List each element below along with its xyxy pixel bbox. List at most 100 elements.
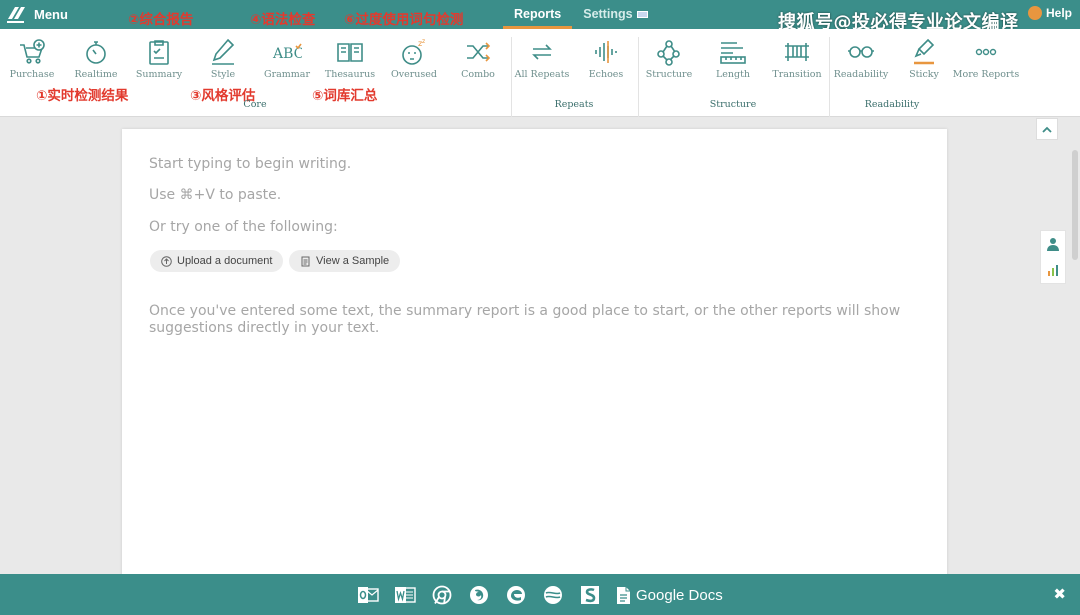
highlighter-icon (914, 38, 935, 65)
page-scrollbar[interactable] (1072, 150, 1078, 260)
group-label-readability: Readability (864, 99, 920, 110)
tool-grammar[interactable]: ABC Grammar (255, 37, 319, 80)
prowritingaid-logo-icon (7, 7, 25, 23)
repeat-icon (532, 44, 552, 60)
tool-length[interactable]: Length (701, 37, 765, 80)
editor-placeholder-options: Or try one of the following: (149, 219, 338, 235)
bridge-icon (785, 43, 809, 61)
tab-settings[interactable]: Settings (572, 0, 658, 29)
help-label: Help (1045, 6, 1072, 20)
ruler-icon (720, 42, 746, 64)
menu-button[interactable]: Menu (6, 5, 68, 23)
collapse-ribbon-button[interactable] (1036, 118, 1058, 140)
chrome-icon[interactable] (431, 584, 453, 606)
menu-label: Menu (34, 6, 68, 22)
tab-settings-label: Settings (583, 7, 633, 21)
editor-hint: Once you've entered some text, the summa… (149, 303, 901, 336)
tool-label: Echoes (588, 69, 624, 80)
tool-label: All Repeats (514, 69, 570, 80)
sleepy-face-icon: zz (402, 38, 425, 65)
upload-document-button[interactable]: Upload a document (150, 250, 284, 272)
annotation-grammar: ④语法检查 (250, 12, 316, 28)
firefox-icon[interactable] (468, 584, 490, 606)
tool-combo[interactable]: Combo (446, 37, 510, 80)
abc-icon: ABC (272, 43, 302, 62)
shuffle-icon (467, 42, 491, 62)
top-bar: Menu ②综合报告 ④语法检查 ⑥过度使用词句检测 Reports Setti… (0, 0, 1080, 33)
clipboard-icon (149, 40, 169, 65)
word-icon[interactable] (394, 584, 416, 606)
tool-label: Combo (461, 69, 495, 80)
upload-icon (161, 255, 172, 267)
tool-style[interactable]: Style (191, 37, 255, 80)
tool-more-reports[interactable]: More Reports (952, 37, 1020, 80)
tool-sticky[interactable]: Sticky (892, 37, 956, 80)
integrations-icons: Google Docs (357, 584, 723, 606)
tool-label: Purchase (9, 69, 55, 80)
editor-canvas[interactable]: Start typing to begin writing. Use ⌘+V t… (122, 129, 947, 589)
scrivener-icon[interactable] (579, 584, 601, 606)
view-sample-button[interactable]: View a Sample (289, 250, 401, 272)
view-sample-label: View a Sample (316, 255, 390, 267)
network-icon (657, 40, 680, 66)
side-panel (1040, 230, 1066, 284)
tool-label: Overused (390, 69, 437, 80)
annotation-summary: ②综合报告 (128, 12, 194, 28)
help-button[interactable]: Help (1027, 6, 1072, 20)
tool-label: Structure (645, 69, 693, 80)
annotation-realtime: ①实时检测结果 (36, 88, 129, 104)
document-icon (300, 256, 311, 267)
tool-label: Style (210, 69, 236, 80)
chevron-up-icon (1042, 126, 1052, 133)
tab-reports[interactable]: Reports (503, 0, 573, 29)
tool-realtime[interactable]: Realtime (64, 37, 128, 80)
editor-placeholder-paste: Use ⌘+V to paste. (149, 187, 282, 203)
uk-flag-icon (636, 11, 648, 19)
tool-label: Sticky (909, 69, 939, 80)
group-label-repeats: Repeats (554, 99, 594, 110)
book-icon (337, 43, 363, 62)
tool-label: Length (715, 69, 751, 80)
tool-label: Thesaurus (324, 69, 376, 80)
close-bar-button[interactable]: ✖ (1053, 585, 1066, 603)
google-docs-icon (617, 586, 630, 604)
tool-structure[interactable]: Structure (637, 37, 701, 80)
soundwave-icon (595, 41, 617, 63)
user-icon[interactable] (1047, 237, 1059, 252)
group-label-core: Core (243, 99, 267, 110)
group-label-structure: Structure (709, 99, 757, 110)
cart-icon (20, 39, 45, 64)
safari-icon[interactable] (542, 584, 564, 606)
tool-label: Summary (135, 69, 183, 80)
tool-label: Grammar (263, 69, 310, 80)
annotation-overused: ⑥过度使用词句检测 (344, 12, 464, 28)
tool-thesaurus[interactable]: Thesaurus (318, 37, 382, 80)
edge-icon[interactable] (505, 584, 527, 606)
tool-label: More Reports (952, 69, 1020, 80)
tool-purchase[interactable]: Purchase (0, 37, 64, 80)
stats-icon[interactable] (1047, 264, 1060, 277)
integrations-bar: Google Docs ✖ (0, 574, 1080, 615)
google-docs-link[interactable]: Google Docs (616, 586, 723, 605)
outlook-icon[interactable] (357, 584, 379, 606)
tool-label: Readability (833, 69, 889, 80)
svg-text:z: z (422, 38, 425, 45)
tool-summary[interactable]: Summary (127, 37, 191, 80)
pen-icon (212, 38, 235, 65)
tool-label: Transition (772, 69, 822, 80)
glasses-icon (848, 46, 874, 58)
google-docs-label: Google Docs (636, 586, 723, 604)
tool-all-repeats[interactable]: All Repeats (510, 37, 574, 80)
tool-readability[interactable]: Readability (829, 37, 893, 80)
help-icon (1027, 6, 1042, 20)
editor-placeholder-start: Start typing to begin writing. (149, 156, 352, 172)
annotation-thesaurus: ⑤词库汇总 (312, 88, 378, 104)
main-tabs: Reports Settings (503, 0, 659, 29)
tool-overused[interactable]: zz Overused (382, 37, 446, 80)
tool-transition[interactable]: Transition (765, 37, 829, 80)
upload-document-label: Upload a document (177, 255, 273, 267)
tool-echoes[interactable]: Echoes (574, 37, 638, 80)
stopwatch-icon (86, 41, 106, 64)
tool-label: Realtime (74, 69, 118, 80)
dots-icon (975, 48, 997, 56)
